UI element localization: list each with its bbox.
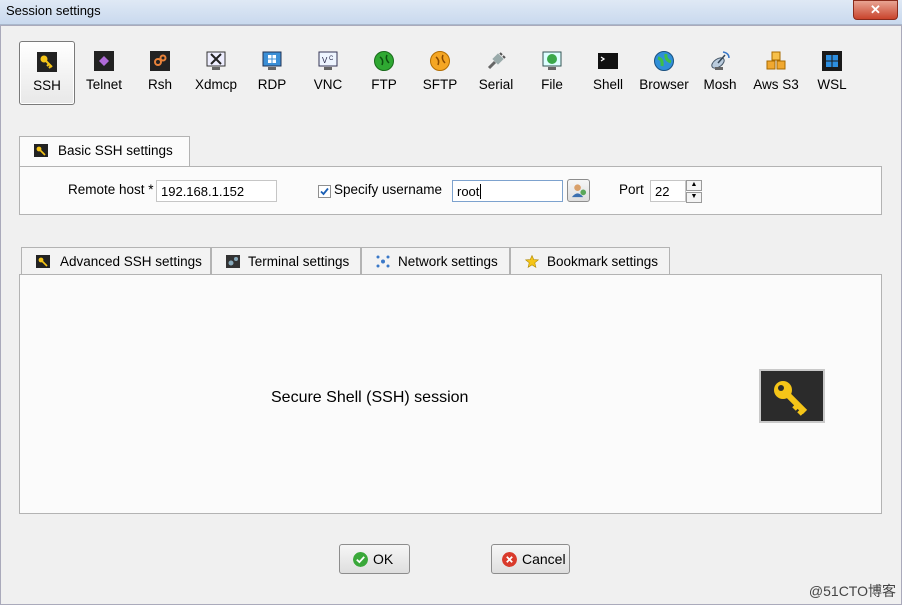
specify-username-label: Specify username <box>334 182 443 197</box>
ssh-key-image <box>759 369 825 423</box>
watermark: @51CTO博客 <box>808 583 896 599</box>
session-type-xdmcp[interactable]: Xdmcp <box>189 41 243 103</box>
session-type-label: Telnet <box>85 77 123 92</box>
tab-basic-ssh-settings[interactable]: Basic SSH settings <box>19 136 190 167</box>
session-type-label: VNC <box>313 77 343 92</box>
tab-terminal-settings[interactable]: Terminal settings <box>211 247 361 274</box>
basic-settings-panel: Remote host * 192.168.1.152 Specify user… <box>19 166 882 215</box>
cancel-button[interactable]: Cancel <box>491 544 570 574</box>
session-type-label: WSL <box>817 77 847 92</box>
tab-label: Network settings <box>398 254 498 269</box>
telnet-icon <box>94 51 114 71</box>
session-type-sftp[interactable]: SFTP <box>413 41 467 103</box>
remote-host-value: 192.168.1.152 <box>161 184 245 199</box>
terminal-icon <box>598 53 618 69</box>
session-type-file[interactable]: File <box>525 41 579 103</box>
title-bar: Session settings ✕ <box>0 0 902 25</box>
session-type-label: Shell <box>592 77 624 92</box>
remote-host-input[interactable]: 192.168.1.152 <box>156 180 277 202</box>
session-type-label: SSH <box>33 78 61 93</box>
session-type-label: Xdmcp <box>194 77 238 92</box>
ok-button[interactable]: OK <box>339 544 410 574</box>
session-type-label: RDP <box>257 77 287 92</box>
satellite-icon <box>711 51 730 70</box>
file-globe-icon <box>542 51 562 70</box>
terminal-settings-icon <box>226 255 240 268</box>
tab-advanced-ssh-settings[interactable]: Advanced SSH settings <box>21 247 211 274</box>
session-description: Secure Shell (SSH) session <box>271 389 469 406</box>
close-icon: ✕ <box>870 2 881 17</box>
port-spinner[interactable]: ▲ ▼ <box>686 180 702 203</box>
username-input[interactable]: root <box>452 180 563 202</box>
session-type-shell[interactable]: Shell <box>581 41 635 103</box>
port-value: 22 <box>655 184 670 199</box>
cancel-circle-icon <box>502 552 517 567</box>
port-input[interactable]: 22 <box>650 180 686 202</box>
globe-icon <box>430 51 450 71</box>
window-title: Session settings <box>6 3 101 18</box>
session-type-vnc[interactable]: V C VNC <box>301 41 355 103</box>
session-type-label: Mosh <box>703 77 737 92</box>
ok-label: OK <box>373 551 394 567</box>
session-type-label: Rsh <box>147 77 172 92</box>
session-type-label: File <box>541 77 563 92</box>
username-value: root <box>457 184 480 199</box>
user-picker-button[interactable] <box>567 179 590 202</box>
vnc-icon: V C <box>318 51 338 70</box>
session-type-browser[interactable]: Browser <box>637 41 691 103</box>
plug-icon <box>487 52 506 70</box>
session-type-aws-s3[interactable]: Aws S3 <box>749 41 803 103</box>
close-button[interactable]: ✕ <box>853 0 898 20</box>
svg-text:V: V <box>322 56 328 65</box>
session-description-panel: Secure Shell (SSH) session <box>19 274 882 514</box>
specify-username-checkbox[interactable] <box>318 185 331 198</box>
session-type-label: SFTP <box>422 77 458 92</box>
session-settings-window: SSH Telnet Rsh Xdmcp RDP V C VNC FTP SFT… <box>0 25 902 605</box>
key-icon <box>774 381 808 416</box>
remote-host-label: Remote host * <box>68 182 154 197</box>
globe-icon <box>654 51 674 71</box>
key-icon <box>37 52 57 72</box>
session-type-telnet[interactable]: Telnet <box>77 41 131 103</box>
session-type-rdp[interactable]: RDP <box>245 41 299 103</box>
rdp-icon <box>262 51 282 70</box>
user-icon <box>571 184 587 198</box>
key-icon <box>36 255 50 268</box>
port-label: Port <box>619 182 644 197</box>
port-increment-button[interactable]: ▲ <box>686 180 702 191</box>
session-type-label: FTP <box>371 77 397 92</box>
session-type-ftp[interactable]: FTP <box>357 41 411 103</box>
check-circle-icon <box>353 552 368 567</box>
session-type-mosh[interactable]: Mosh <box>693 41 747 103</box>
tab-network-settings[interactable]: Network settings <box>361 247 510 274</box>
session-type-wsl[interactable]: WSL <box>805 41 859 103</box>
session-type-label: Aws S3 <box>753 77 799 92</box>
port-decrement-button[interactable]: ▼ <box>686 192 702 203</box>
session-type-label: Serial <box>478 77 514 92</box>
session-type-serial[interactable]: Serial <box>469 41 523 103</box>
windows-icon <box>822 51 842 71</box>
cancel-label: Cancel <box>522 551 566 567</box>
tab-label: Terminal settings <box>248 254 350 269</box>
tab-bookmark-settings[interactable]: Bookmark settings <box>510 247 670 274</box>
globe-icon <box>374 51 394 71</box>
rsh-icon <box>150 51 170 71</box>
tab-label: Basic SSH settings <box>58 143 173 158</box>
cubes-icon <box>766 51 786 70</box>
checkmark-icon <box>320 187 329 196</box>
network-icon <box>376 255 390 268</box>
session-type-ssh[interactable]: SSH <box>19 41 75 105</box>
svg-text:C: C <box>329 56 334 62</box>
tab-label: Bookmark settings <box>547 254 659 269</box>
tab-label: Advanced SSH settings <box>60 254 202 269</box>
session-type-rsh[interactable]: Rsh <box>133 41 187 103</box>
xdmcp-icon <box>206 51 226 70</box>
star-icon <box>525 255 539 268</box>
session-type-label: Browser <box>639 77 689 92</box>
key-icon <box>34 144 48 157</box>
